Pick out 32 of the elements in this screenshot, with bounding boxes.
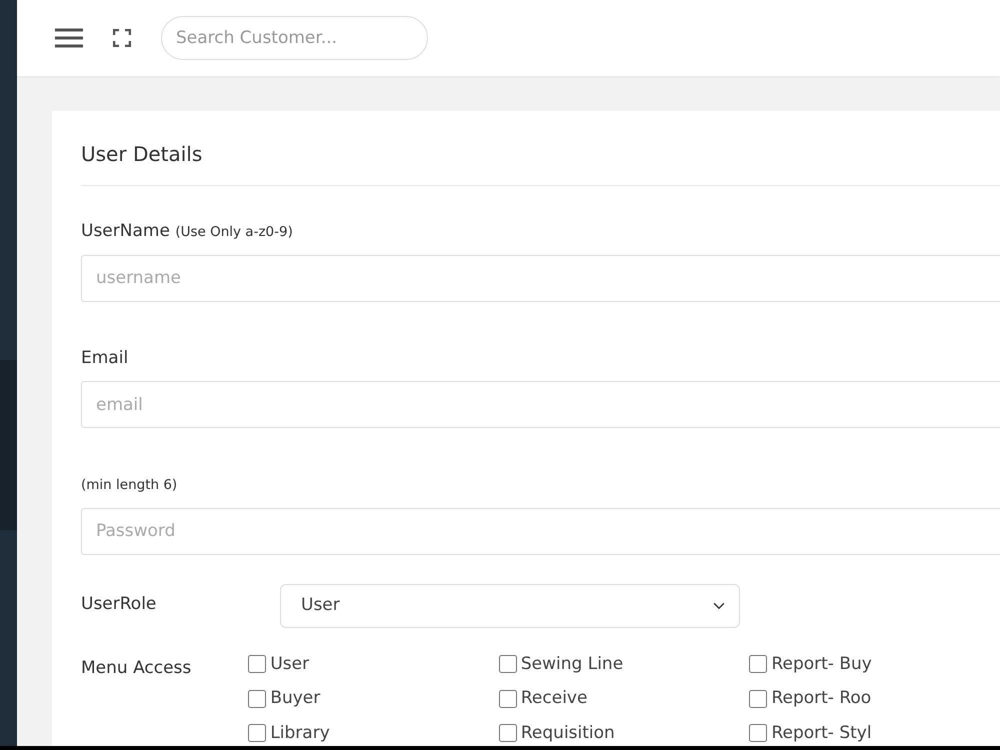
checkbox[interactable] [498,690,517,708]
menu-access-label: Menu Access [81,656,192,680]
user-role-select[interactable]: User [280,584,740,628]
checkbox-label: Report- Styl [771,722,872,744]
field-label: UserName [81,221,170,241]
menu-icon[interactable] [55,28,83,48]
checkbox[interactable] [248,655,266,674]
input-field[interactable]: email [81,381,1000,428]
input-field[interactable]: Password [81,508,1000,554]
checkbox-label: Requisition [520,722,615,744]
checkbox[interactable] [749,690,768,708]
user-role-label: UserRole [81,592,158,616]
fullscreen-icon[interactable] [113,29,131,47]
card-title: User Details [81,139,1000,186]
field-hint: (Use Only a-z0-9) [175,224,293,240]
checkbox-label: Report- Roo [771,687,872,710]
checkbox[interactable] [248,724,266,742]
checkbox[interactable] [498,655,517,674]
checkbox-label: Library [270,722,330,744]
input-field[interactable]: username [81,254,1000,302]
checkbox[interactable] [498,724,517,742]
checkbox[interactable] [749,655,768,674]
checkbox[interactable] [248,690,266,708]
field-hint: (min length 6) [81,477,178,493]
checkbox-label: Buyer [270,687,320,710]
field-label: Email [81,348,128,368]
checkbox[interactable] [749,724,768,742]
checkbox-label: Sewing Line [520,652,624,676]
search-field[interactable]: Search Customer... [161,16,428,60]
checkbox-label: Report- Buy [771,652,872,676]
checkbox-label: User [270,652,310,676]
checkbox-label: Receive [520,687,588,710]
